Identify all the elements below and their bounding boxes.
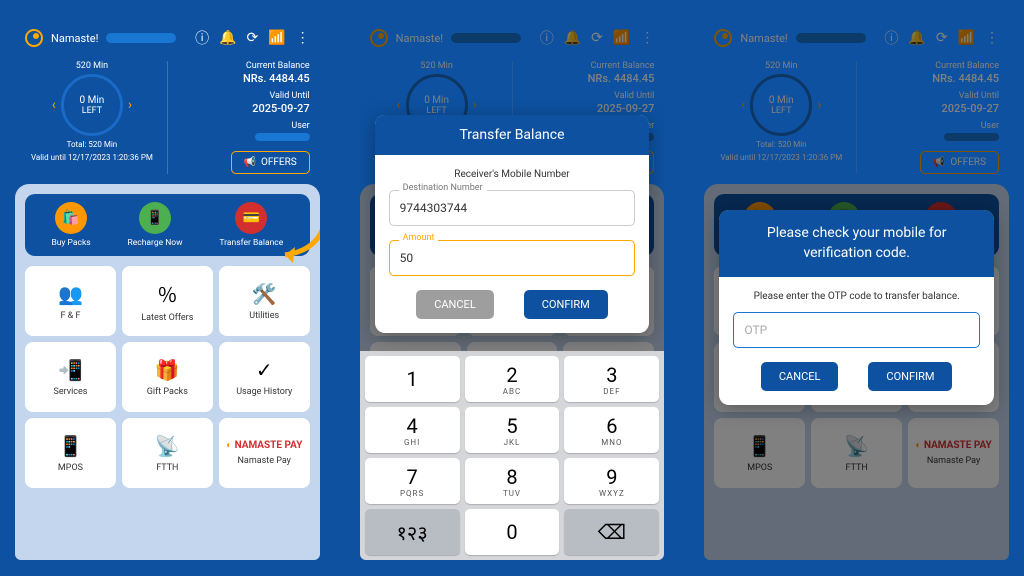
transfer-balance-modal: Transfer Balance Receiver's Mobile Numbe…	[375, 115, 650, 333]
phone-otp-modal: Namaste! ⓘ🔔⟳📶⋮ 520 Min‹0 MinLEFT›Total: …	[704, 20, 1009, 560]
dial-top-label: 520 Min	[76, 61, 108, 71]
numeric-keypad: 12ABC3DEF 4GHI5JKL6MNO 7PQRS8TUV9WXYZ १२३0⌫	[360, 351, 665, 560]
tile-mpos-label: MPOS	[747, 463, 772, 473]
key-4[interactable]: 4GHI	[365, 407, 460, 453]
tile-gift-packs[interactable]: 🎁Gift Packs	[122, 342, 213, 412]
callout-arrow-icon	[270, 215, 320, 265]
dest-label: Destination Number	[399, 183, 487, 193]
key-2[interactable]: 2ABC	[465, 356, 560, 402]
tile-services-label: Services	[53, 387, 87, 397]
key-8[interactable]: 8TUV	[465, 458, 560, 504]
tile-namaste-pay[interactable]: NAMASTE PAYNamaste Pay	[219, 418, 310, 488]
otp-confirm-button[interactable]: CONFIRM	[868, 362, 952, 391]
valid-label: Valid Until	[176, 91, 310, 101]
buy-packs-icon: 🛍️	[55, 202, 87, 234]
key-0[interactable]: 0	[465, 509, 560, 555]
tile-namaste-pay[interactable]: NAMASTE PAYNamaste Pay	[908, 418, 999, 488]
tile-ftth[interactable]: 📡FTTH	[122, 418, 213, 488]
otp-input[interactable]	[733, 312, 980, 348]
modal-title: Transfer Balance	[375, 115, 650, 155]
otp-title: Please check your mobile for verificatio…	[719, 210, 994, 277]
minutes-dial: 0 Min LEFT	[61, 74, 123, 136]
recharge-now-label: Recharge Now	[128, 238, 183, 248]
amount-input[interactable]	[389, 240, 636, 276]
tile-fnf[interactable]: 👥F & F	[25, 266, 116, 336]
key-१२३[interactable]: १२३	[365, 509, 460, 555]
transfer-balance-icon: 💳	[235, 202, 267, 234]
key-5[interactable]: 5JKL	[465, 407, 560, 453]
balance-value: NRs. 4484.45	[176, 72, 310, 85]
key-9[interactable]: 9WXYZ	[564, 458, 659, 504]
balance-label: Current Balance	[176, 61, 310, 71]
tile-utilities-label: Utilities	[249, 311, 279, 321]
otp-cancel-button[interactable]: CANCEL	[761, 362, 839, 391]
tile-latest-offers[interactable]: ％Latest Offers	[122, 266, 213, 336]
tile-ftth[interactable]: 📡FTTH	[811, 418, 902, 488]
valid-value: 2025-09-27	[176, 102, 310, 115]
tile-services[interactable]: 📲Services	[25, 342, 116, 412]
tile-grid: 👥F & F％Latest Offers🛠️Utilities 📲Services…	[25, 266, 310, 488]
chevron-left-icon[interactable]: ‹	[52, 97, 56, 113]
app-header: Namaste! ⓘ 🔔 ⟳ 📶 ⋮	[15, 20, 320, 56]
menu-icon[interactable]: ⋮	[296, 30, 310, 46]
logo-icon	[25, 29, 43, 47]
dial-valid: Valid until 12/17/2023 1:20:36 PM	[31, 153, 153, 162]
tile-namaste-pay-label: Namaste Pay	[238, 456, 291, 466]
tile-utilities[interactable]: 🛠️Utilities	[219, 266, 310, 336]
tile-latest-offers-label: Latest Offers	[141, 313, 193, 323]
tile-gift-packs-label: Gift Packs	[147, 387, 188, 397]
key-3[interactable]: 3DEF	[564, 356, 659, 402]
confirm-button[interactable]: CONFIRM	[524, 290, 608, 319]
recharge-now-action[interactable]: 📱 Recharge Now	[128, 202, 183, 248]
tile-fnf-label: F & F	[60, 311, 80, 321]
modal-subtitle: Receiver's Mobile Number	[389, 169, 636, 180]
key-⌫[interactable]: ⌫	[564, 509, 659, 555]
action-bar: 🛍️Buy Packs📱Recharge Now💳Transfer Balanc…	[25, 194, 310, 256]
tile-usage-history[interactable]: ✓Usage History	[219, 342, 310, 412]
username-redacted	[106, 33, 176, 43]
info-icon[interactable]: ⓘ	[195, 28, 209, 48]
buy-packs-label: Buy Packs	[51, 238, 90, 248]
tile-usage-history-label: Usage History	[236, 387, 292, 397]
tile-mpos-label: MPOS	[58, 463, 83, 473]
greeting-text: Namaste!	[51, 32, 98, 45]
phone-transfer-modal: Namaste! ⓘ🔔⟳📶⋮ 520 Min‹0 MinLEFT›Total: …	[360, 20, 665, 560]
dial-total: Total: 520 Min	[67, 140, 118, 149]
refresh-icon[interactable]: ⟳	[247, 30, 259, 46]
tile-ftth-label: FTTH	[156, 463, 178, 473]
user-redacted	[255, 133, 310, 141]
key-6[interactable]: 6MNO	[564, 407, 659, 453]
phone-main-screen: Namaste! ⓘ 🔔 ⟳ 📶 ⋮ 520 Min ‹ 0 Min LEFT …	[15, 20, 320, 560]
amount-label: Amount	[399, 233, 439, 243]
destination-input[interactable]	[389, 190, 636, 226]
buy-packs-action[interactable]: 🛍️ Buy Packs	[51, 202, 90, 248]
otp-subtitle: Please enter the OTP code to transfer ba…	[733, 291, 980, 302]
tile-mpos[interactable]: 📱MPOS	[25, 418, 116, 488]
user-label: User	[176, 121, 310, 131]
key-1[interactable]: 1	[365, 356, 460, 402]
tile-mpos[interactable]: 📱MPOS	[714, 418, 805, 488]
tile-namaste-pay-label: Namaste Pay	[927, 456, 980, 466]
cancel-button[interactable]: CANCEL	[416, 290, 494, 319]
recharge-now-icon: 📱	[139, 202, 171, 234]
bell-icon[interactable]: 🔔	[219, 30, 236, 46]
balance-section: 520 Min ‹ 0 Min LEFT › Total: 520 Min Va…	[15, 56, 320, 184]
wifi-off-icon[interactable]: 📶	[268, 30, 285, 46]
key-7[interactable]: 7PQRS	[365, 458, 460, 504]
otp-modal: Please check your mobile for verificatio…	[719, 210, 994, 405]
offers-button[interactable]: OFFERS	[231, 151, 310, 174]
tile-ftth-label: FTTH	[846, 463, 868, 473]
chevron-right-icon[interactable]: ›	[128, 97, 132, 113]
